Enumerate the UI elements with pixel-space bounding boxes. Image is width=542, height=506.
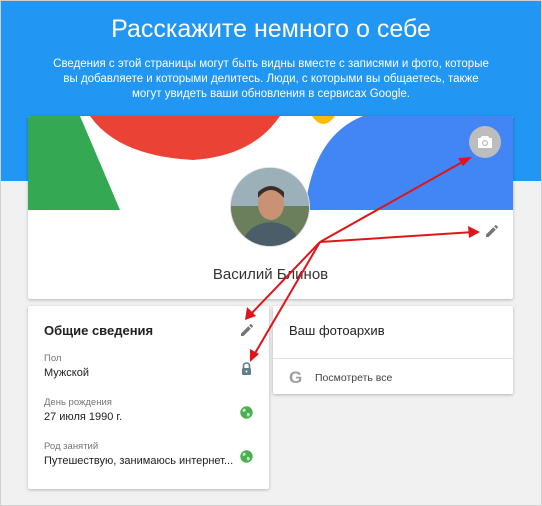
general-info-title: Общие сведения	[44, 323, 154, 338]
gender-value[interactable]: Мужской	[44, 367, 89, 379]
profile-card: Василий Блинов	[28, 116, 513, 299]
photo-archive-title: Ваш фотоархив	[289, 323, 385, 338]
avatar[interactable]	[230, 167, 310, 247]
profile-name: Василий Блинов	[212, 266, 329, 283]
occupation-value[interactable]: Путешествую, занимаюсь интернет...	[44, 455, 233, 467]
birthday-label: День рождения	[44, 397, 112, 408]
general-info-card: Общие сведения Пол Мужской День рождения…	[28, 306, 269, 489]
lock-icon[interactable]	[240, 362, 253, 375]
camera-icon	[478, 136, 492, 148]
view-all-link[interactable]: Посмотреть все	[315, 372, 392, 384]
photo-archive-card: Ваш фотоархив G Посмотреть все	[273, 306, 513, 394]
gender-label: Пол	[44, 353, 62, 364]
change-cover-button[interactable]	[469, 126, 501, 158]
globe-icon[interactable]	[240, 450, 253, 463]
globe-icon[interactable]	[240, 406, 253, 419]
divider	[273, 358, 513, 359]
edit-profile-pencil-icon[interactable]	[485, 224, 499, 238]
edit-general-pencil-icon[interactable]	[240, 323, 254, 337]
occupation-label: Род занятий	[44, 441, 99, 452]
birthday-value[interactable]: 27 июля 1990 г.	[44, 411, 122, 423]
page-title: Расскажите немного о себе	[111, 15, 431, 43]
page-description: Сведения с этой страницы могут быть видн…	[53, 58, 489, 100]
google-logo-icon: G	[289, 368, 303, 387]
